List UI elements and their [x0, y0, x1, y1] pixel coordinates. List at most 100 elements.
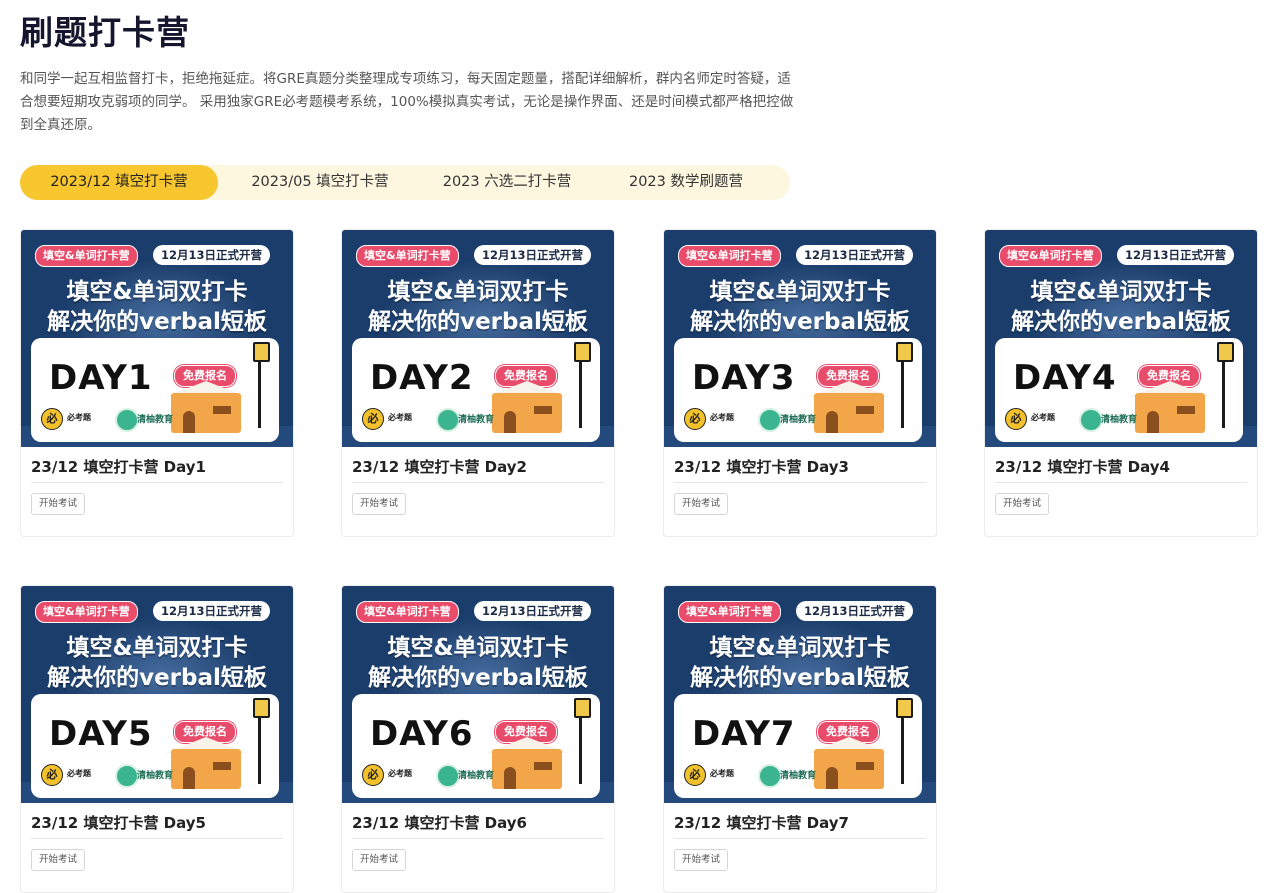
qingyou-logo-text: 清柚教育 [458, 415, 495, 425]
banner-panel: DAY3 免费报名 必 必考题 清柚教育 [674, 338, 922, 442]
bikaoti-logo-icon: 必 [362, 764, 384, 786]
banner-headline-2: 解决你的verbal短板 [368, 665, 588, 691]
qingyou-logo-text: 清柚教育 [1101, 415, 1138, 425]
card-banner-image[interactable]: 填空&单词打卡营 12月13日正式开营 填空&单词双打卡 解决你的verbal短… [664, 230, 936, 447]
start-exam-button[interactable]: 开始考试 [352, 849, 407, 871]
banner-tag-right: 12月13日正式开营 [796, 245, 914, 265]
banner-panel: DAY5 免费报名 必 必考题 清柚教育 [31, 694, 279, 798]
camp-card[interactable]: 填空&单词打卡营 12月13日正式开营 填空&单词双打卡 解决你的verbal短… [663, 229, 937, 537]
card-title[interactable]: 23/12 填空打卡营 Day4 [995, 456, 1170, 477]
camp-card[interactable]: 填空&单词打卡营 12月13日正式开营 填空&单词双打卡 解决你的verbal短… [341, 229, 615, 537]
tab-2023-12-fill-camp[interactable]: 2023/12 填空打卡营 [20, 165, 218, 200]
camp-card[interactable]: 填空&单词打卡营 12月13日正式开营 填空&单词双打卡 解决你的verbal短… [984, 229, 1258, 537]
card-banner-image[interactable]: 填空&单词打卡营 12月13日正式开营 填空&单词双打卡 解决你的verbal短… [342, 230, 614, 447]
card-title[interactable]: 23/12 填空打卡营 Day1 [31, 456, 206, 477]
banner-tag-left: 填空&单词打卡营 [678, 601, 781, 623]
start-exam-button[interactable]: 开始考试 [31, 849, 86, 871]
banner-headline-1: 填空&单词双打卡 [709, 279, 891, 305]
qingyou-logo-icon [115, 764, 139, 788]
start-exam-button[interactable]: 开始考试 [674, 849, 729, 871]
bikaoti-logo-text: 必考题 [388, 769, 412, 778]
card-divider [352, 838, 604, 839]
bikaoti-logo-icon: 必 [41, 408, 63, 430]
camp-card[interactable]: 填空&单词打卡营 12月13日正式开营 填空&单词双打卡 解决你的verbal短… [20, 585, 294, 893]
banner-day-label: DAY2 [370, 358, 474, 398]
camp-card[interactable]: 填空&单词打卡营 12月13日正式开营 填空&单词双打卡 解决你的verbal短… [663, 585, 937, 893]
card-divider [674, 482, 926, 483]
start-exam-button[interactable]: 开始考试 [674, 493, 729, 515]
card-title[interactable]: 23/12 填空打卡营 Day6 [352, 812, 527, 833]
house-window [856, 762, 874, 770]
card-banner-image[interactable]: 填空&单词打卡营 12月13日正式开营 填空&单词双打卡 解决你的verbal短… [21, 230, 293, 447]
qingyou-logo-text: 清柚教育 [780, 415, 817, 425]
card-title[interactable]: 23/12 填空打卡营 Day7 [674, 812, 849, 833]
card-banner-image[interactable]: 填空&单词打卡营 12月13日正式开营 填空&单词双打卡 解决你的verbal短… [342, 586, 614, 803]
start-exam-button[interactable]: 开始考试 [995, 493, 1050, 515]
qingyou-logo-icon [436, 764, 460, 788]
banner-tag-left: 填空&单词打卡营 [35, 245, 138, 267]
banner-day-label: DAY3 [692, 358, 796, 398]
tab-2023-05-fill-camp[interactable]: 2023/05 填空打卡营 [218, 165, 422, 200]
tab-2023-six-choose-two-camp[interactable]: 2023 六选二打卡营 [422, 165, 592, 200]
bikaoti-logo-icon: 必 [1005, 408, 1027, 430]
bikaoti-logo-icon: 必 [362, 408, 384, 430]
bikaoti-logo-text: 必考题 [710, 769, 734, 778]
lamp-icon [1217, 342, 1234, 362]
page: 刷题打卡营 和同学一起互相监督打卡，拒绝拖延症。将GRE真题分类整理成专项练习，… [20, 0, 1260, 893]
house-window [1177, 406, 1195, 414]
banner-headline-2: 解决你的verbal短板 [368, 309, 588, 335]
banner-panel: DAY4 免费报名 必 必考题 清柚教育 [995, 338, 1243, 442]
tab-2023-math-camp[interactable]: 2023 数学刷题营 [592, 165, 780, 200]
banner-day-label: DAY7 [692, 714, 796, 754]
lamp-icon [253, 698, 270, 718]
card-banner-image[interactable]: 填空&单词打卡营 12月13日正式开营 填空&单词双打卡 解决你的verbal短… [664, 586, 936, 803]
card-divider [31, 482, 283, 483]
qingyou-logo-icon [1079, 408, 1103, 432]
banner-headline-1: 填空&单词双打卡 [709, 635, 891, 661]
card-divider [674, 838, 926, 839]
banner-day-label: DAY6 [370, 714, 474, 754]
bikaoti-logo-text: 必考题 [388, 413, 412, 422]
start-exam-button[interactable]: 开始考试 [31, 493, 86, 515]
banner-panel: DAY2 免费报名 必 必考题 清柚教育 [352, 338, 600, 442]
qingyou-logo-text: 清柚教育 [780, 771, 817, 781]
start-exam-button[interactable]: 开始考试 [352, 493, 407, 515]
banner-headline-2: 解决你的verbal短板 [47, 665, 267, 691]
banner-headline-1: 填空&单词双打卡 [1030, 279, 1212, 305]
card-title[interactable]: 23/12 填空打卡营 Day5 [31, 812, 206, 833]
banner-tag-left: 填空&单词打卡营 [678, 245, 781, 267]
bikaoti-logo-icon: 必 [41, 764, 63, 786]
banner-tag-left: 填空&单词打卡营 [356, 245, 459, 267]
qingyou-logo-icon [758, 764, 782, 788]
house-door [1147, 411, 1159, 433]
house-door [504, 767, 516, 789]
house-door [504, 411, 516, 433]
banner-tag-right: 12月13日正式开营 [796, 601, 914, 621]
camp-card[interactable]: 填空&单词打卡营 12月13日正式开营 填空&单词双打卡 解决你的verbal短… [20, 229, 294, 537]
qingyou-logo-text: 清柚教育 [137, 771, 174, 781]
banner-tag-right: 12月13日正式开营 [153, 245, 271, 265]
card-title[interactable]: 23/12 填空打卡营 Day2 [352, 456, 527, 477]
banner-headline-2: 解决你的verbal短板 [47, 309, 267, 335]
banner-day-label: DAY5 [49, 714, 153, 754]
card-title[interactable]: 23/12 填空打卡营 Day3 [674, 456, 849, 477]
house-window [213, 406, 231, 414]
banner-tag-left: 填空&单词打卡营 [35, 601, 138, 623]
page-title: 刷题打卡营 [20, 13, 190, 52]
banner-tag-right: 12月13日正式开营 [153, 601, 271, 621]
banner-headline-1: 填空&单词双打卡 [387, 635, 569, 661]
banner-headline-2: 解决你的verbal短板 [690, 665, 910, 691]
card-divider [352, 482, 604, 483]
banner-headline-1: 填空&单词双打卡 [66, 279, 248, 305]
bikaoti-logo-text: 必考题 [1031, 413, 1055, 422]
card-banner-image[interactable]: 填空&单词打卡营 12月13日正式开营 填空&单词双打卡 解决你的verbal短… [21, 586, 293, 803]
page-description: 和同学一起互相监督打卡，拒绝拖延症。将GRE真题分类整理成专项练习，每天固定题量… [20, 71, 794, 133]
qingyou-logo-icon [758, 408, 782, 432]
bikaoti-logo-text: 必考题 [67, 413, 91, 422]
qingyou-logo-icon [115, 408, 139, 432]
card-banner-image[interactable]: 填空&单词打卡营 12月13日正式开营 填空&单词双打卡 解决你的verbal短… [985, 230, 1257, 447]
qingyou-logo-icon [436, 408, 460, 432]
banner-panel: DAY7 免费报名 必 必考题 清柚教育 [674, 694, 922, 798]
house-door [183, 767, 195, 789]
camp-card[interactable]: 填空&单词打卡营 12月13日正式开营 填空&单词双打卡 解决你的verbal短… [341, 585, 615, 893]
